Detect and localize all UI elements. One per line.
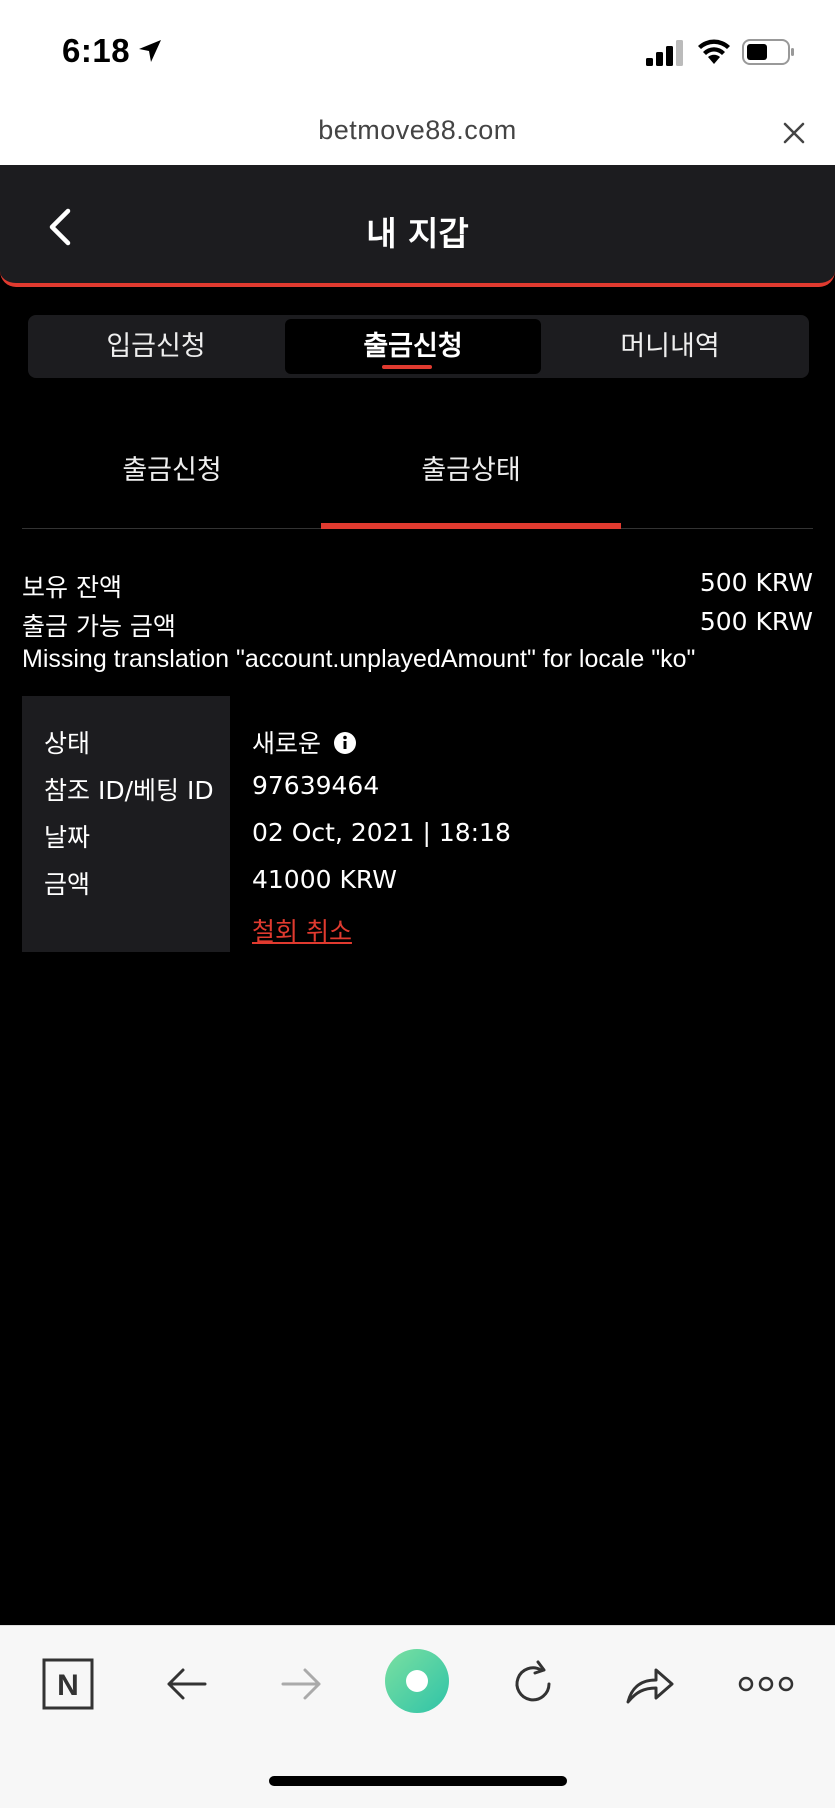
tab-withdraw-label: 출금신청 (363, 331, 463, 362)
signal-icon (646, 40, 683, 66)
n-tab-label: N (57, 1669, 79, 1702)
subtab-withdraw-status[interactable]: 출금상태 (321, 448, 621, 487)
url-text[interactable]: betmove88.com (0, 115, 835, 146)
browser-url-bar: betmove88.com (0, 105, 835, 166)
status-bar: 6:18 (0, 0, 835, 105)
active-subtab-indicator (321, 523, 621, 529)
subtab-withdraw-request[interactable]: 출금신청 (22, 448, 322, 487)
withdrawable-label: 출금 가능 금액 (22, 612, 176, 641)
status-time: 6:18 (62, 32, 131, 69)
battery-icon (742, 39, 794, 65)
withdrawable-row: 출금 가능 금액 500 KRW (22, 607, 813, 643)
tab-deposit[interactable]: 입금신청 (28, 319, 284, 374)
wifi-icon (698, 39, 730, 64)
tab-withdraw[interactable]: 출금신청 (285, 319, 541, 374)
withdrawable-value: 500 KRW (699, 607, 813, 636)
wallet-tabs: 입금신청 출금신청 머니내역 (28, 315, 809, 378)
n-tab-icon[interactable]: N (42, 1658, 94, 1710)
details-label-panel: 상태 참조 ID/베팅 ID 날짜 금액 (22, 696, 230, 952)
status-value-row: 새로운 (252, 724, 357, 760)
cancel-withdrawal-link[interactable]: 철회 취소 (252, 912, 352, 948)
held-balance-label: 보유 잔액 (22, 573, 122, 602)
home-indicator[interactable] (269, 1776, 567, 1786)
share-icon[interactable] (624, 1658, 676, 1710)
forward-arrow-icon[interactable] (279, 1658, 325, 1710)
withdraw-subtabs: 출금신청 출금상태 (22, 440, 813, 529)
missing-translation-text: Missing translation "account.unplayedAmo… (22, 645, 696, 673)
ref-id-label: 참조 ID/베팅 ID (44, 776, 214, 805)
reload-icon[interactable] (508, 1658, 558, 1710)
tab-money-history[interactable]: 머니내역 (542, 319, 798, 374)
date-label: 날짜 (44, 823, 91, 852)
held-balance-row: 보유 잔액 500 KRW (22, 568, 813, 604)
location-arrow-icon (139, 40, 161, 62)
ref-id-value: 97639464 (252, 771, 380, 800)
status-value: 새로운 (252, 729, 322, 758)
more-icon[interactable] (738, 1658, 794, 1710)
date-value: 02 Oct, 2021 | 18:18 (252, 818, 511, 847)
close-icon[interactable] (780, 119, 808, 147)
held-balance-value: 500 KRW (699, 568, 813, 597)
amount-value: 41000 KRW (252, 865, 397, 894)
amount-label: 금액 (44, 870, 91, 899)
app-header: 내 지갑 (0, 165, 835, 287)
info-icon[interactable] (333, 731, 357, 755)
home-orb-icon[interactable] (384, 1648, 450, 1714)
active-tab-indicator (382, 365, 432, 369)
status-label: 상태 (44, 729, 91, 758)
page-title: 내 지갑 (366, 214, 469, 253)
back-arrow-icon[interactable] (163, 1658, 209, 1710)
